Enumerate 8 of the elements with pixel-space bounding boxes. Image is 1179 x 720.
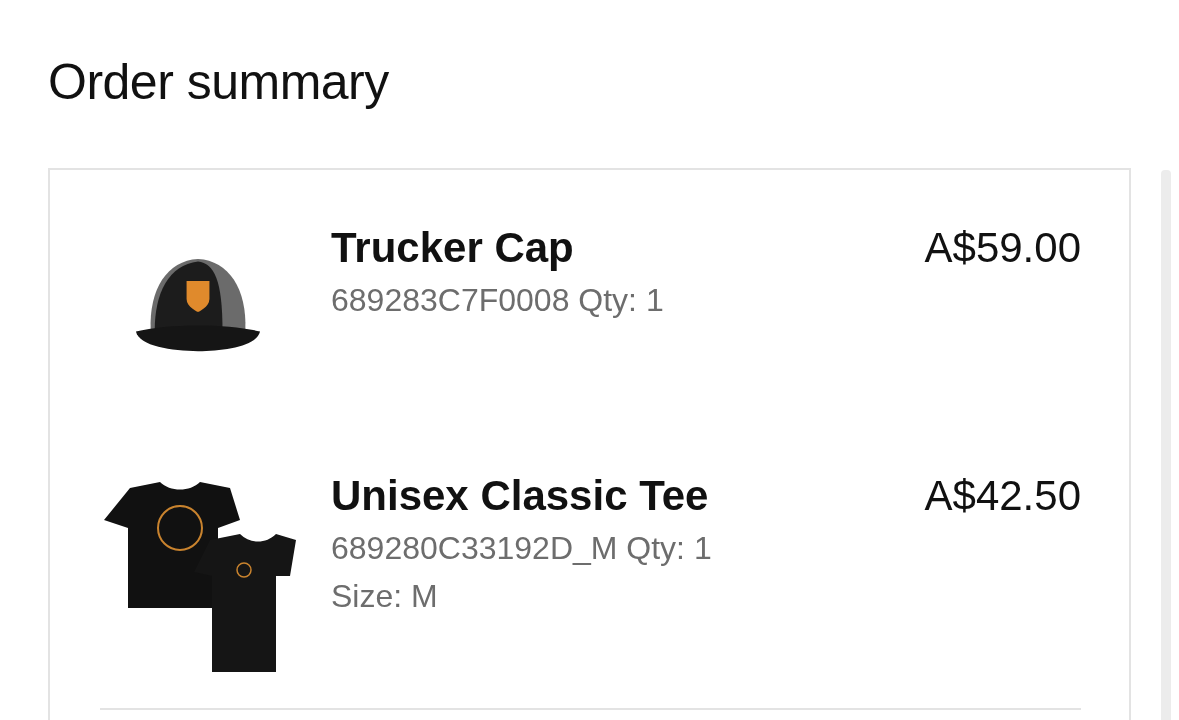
- product-detail: Size: M: [331, 577, 439, 616]
- product-price: A$59.00: [924, 223, 1081, 273]
- product-name: Trucker Cap: [331, 223, 575, 273]
- page-title: Order summary: [48, 53, 390, 112]
- product-name: Unisex Classic Tee: [331, 471, 710, 521]
- product-detail: 689280C33192D_M Qty: 1: [331, 529, 713, 568]
- product-detail: 689283C7F0008 Qty: 1: [331, 281, 665, 320]
- product-price: A$42.50: [924, 471, 1081, 521]
